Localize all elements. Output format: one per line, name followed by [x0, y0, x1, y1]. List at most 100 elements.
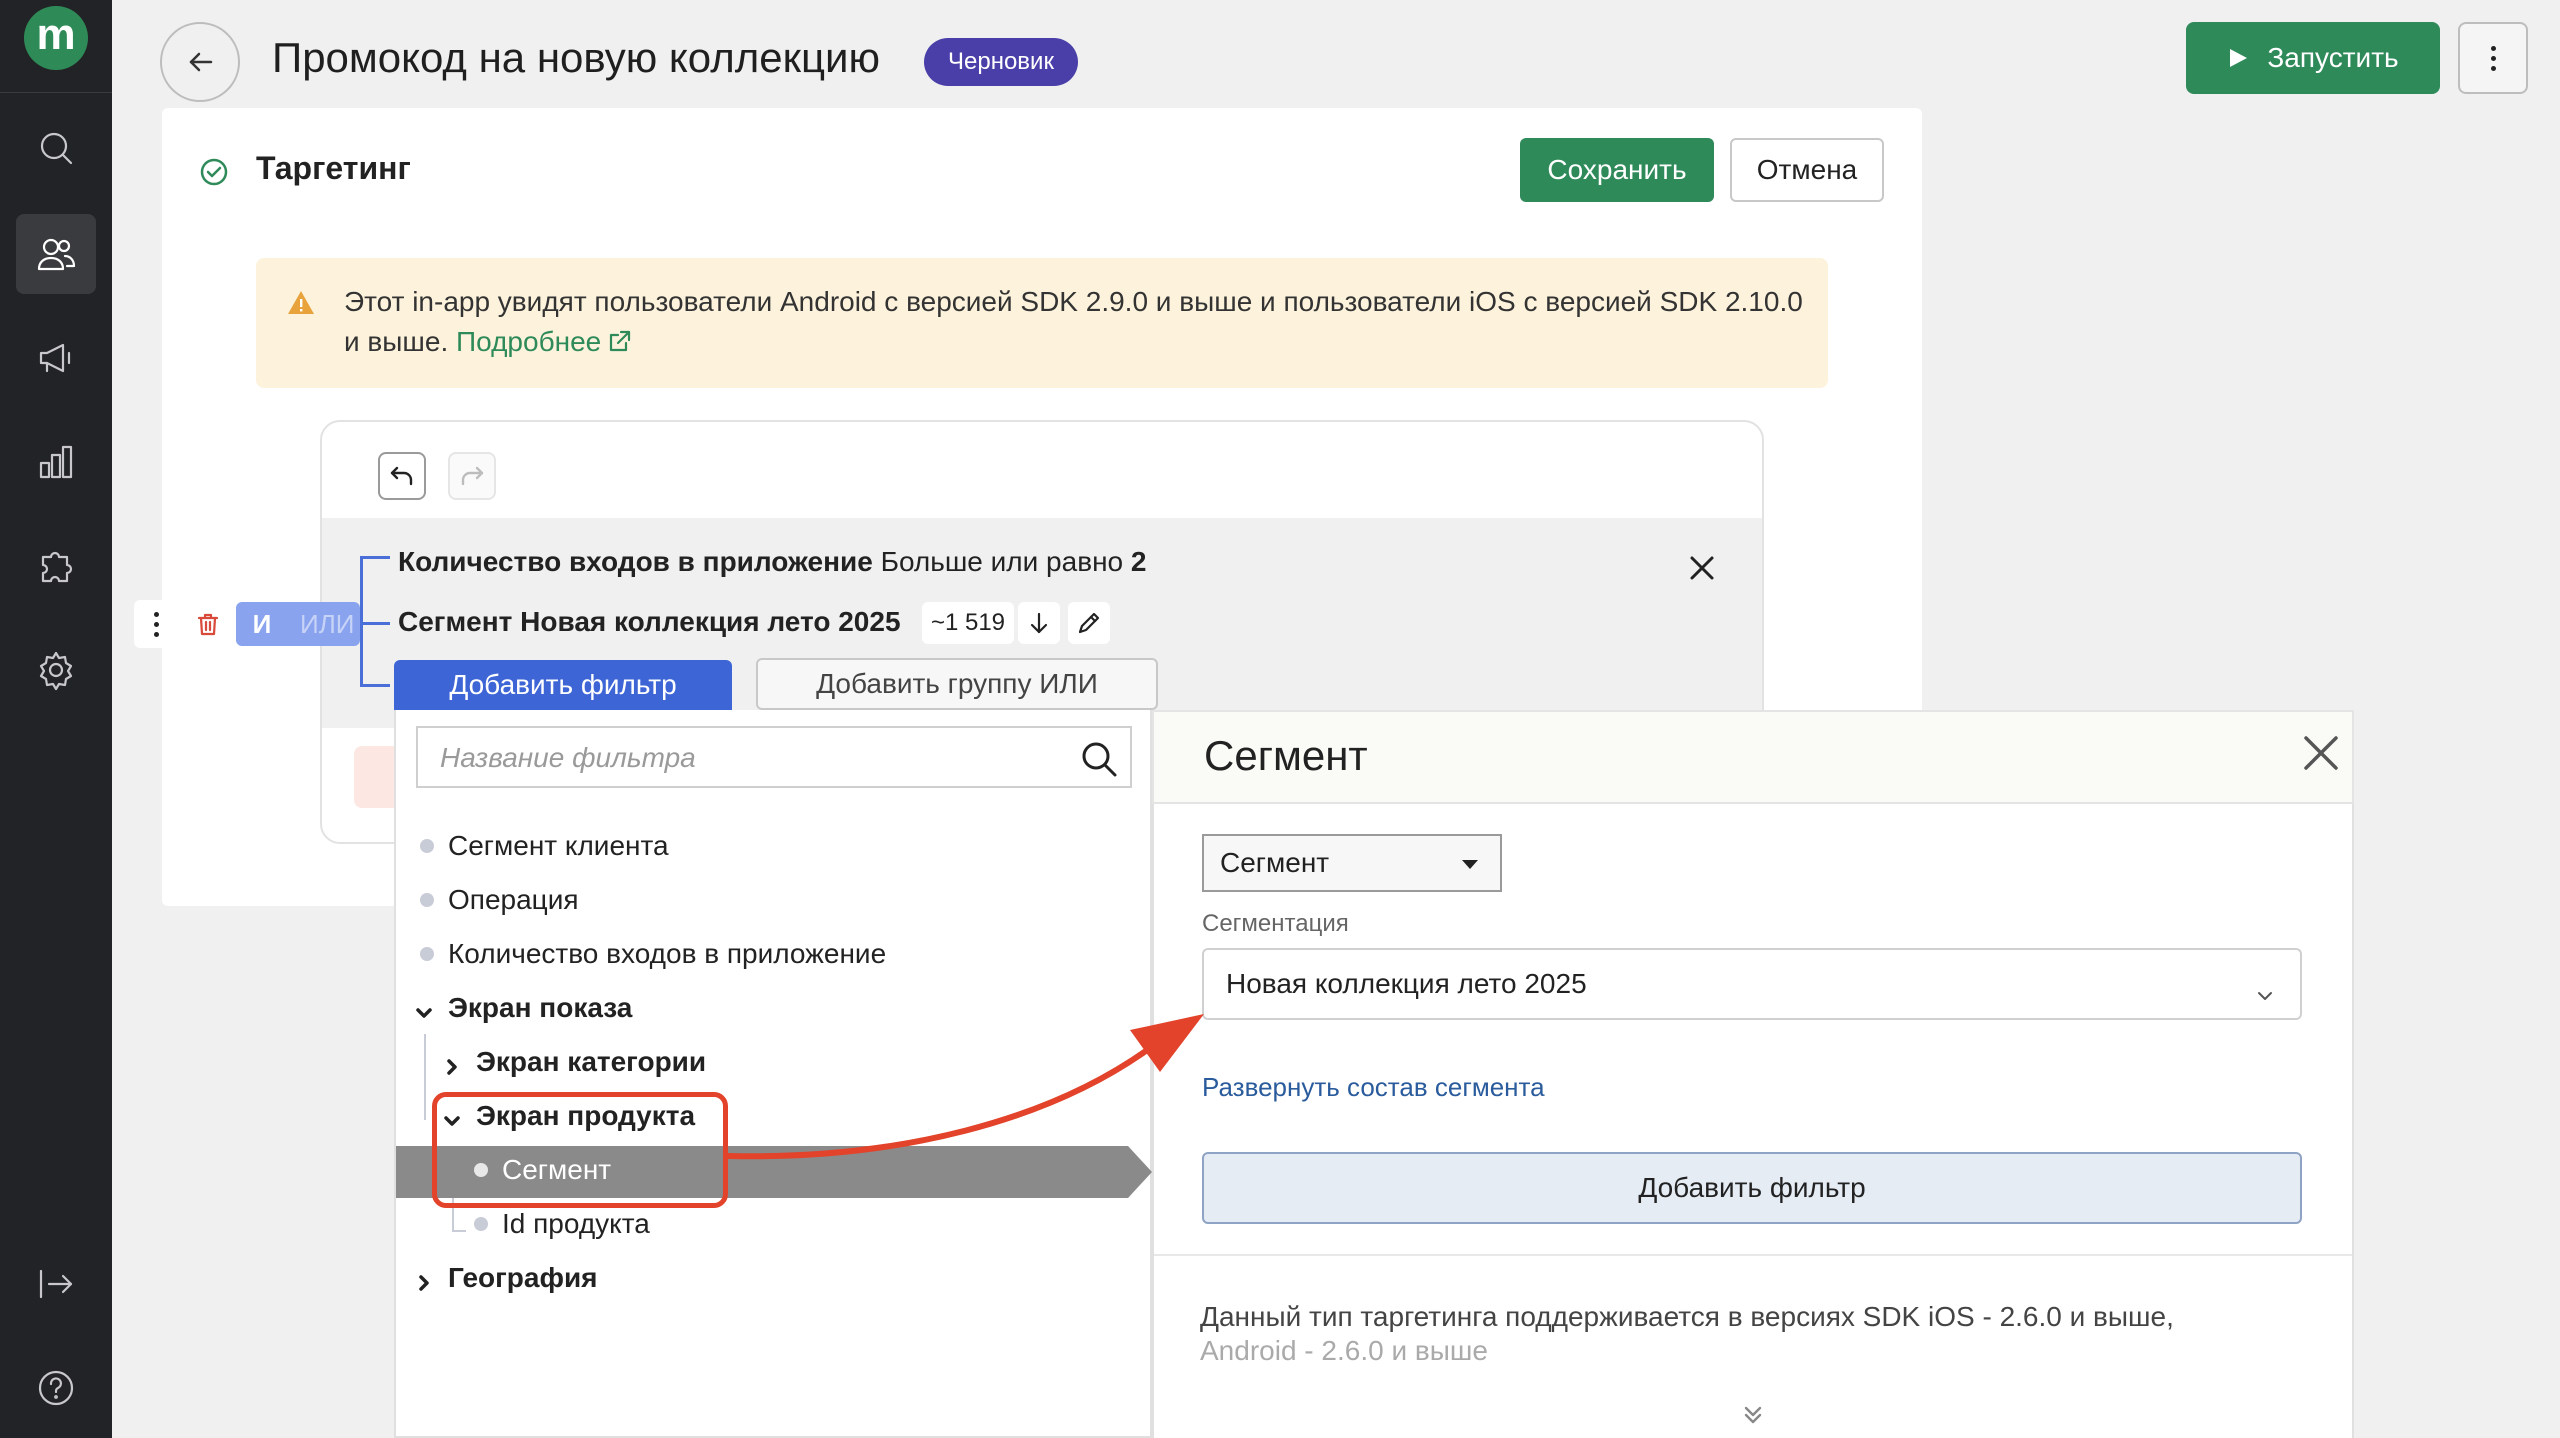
- filter-group[interactable]: География: [414, 1262, 598, 1294]
- filter-search-input[interactable]: Название фильтра: [416, 726, 1132, 788]
- caret-down-icon: [1462, 860, 1478, 869]
- filter-group-label: Экран показа: [448, 992, 633, 1023]
- help-icon[interactable]: [16, 1348, 96, 1428]
- bullet-icon: [420, 947, 434, 961]
- and-or-toggle[interactable]: И ИЛИ: [236, 602, 360, 646]
- condition-row[interactable]: Сегмент Новая коллекция лето 2025: [398, 606, 901, 638]
- bullet-icon: [420, 839, 434, 853]
- trash-icon: [197, 613, 219, 636]
- cancel-button[interactable]: Отмена: [1730, 138, 1884, 202]
- segmentation-value: Новая коллекция лето 2025: [1226, 968, 1587, 999]
- note-line: Android - 2.6.0 и выше: [1200, 1335, 1488, 1366]
- back-button[interactable]: [160, 22, 240, 102]
- close-icon[interactable]: [1684, 550, 1720, 586]
- segment-type-value: Сегмент: [1220, 847, 1330, 878]
- filter-item[interactable]: Операция: [420, 884, 579, 916]
- external-link-icon: [607, 325, 633, 352]
- page-title: Промокод на новую коллекцию: [272, 34, 880, 81]
- sidebar-divider: [0, 92, 112, 93]
- delete-button[interactable]: [186, 600, 230, 648]
- redo-icon: [461, 466, 484, 486]
- puzzle-icon[interactable]: [16, 526, 96, 606]
- close-icon[interactable]: [2300, 732, 2342, 774]
- condition-name: Количество входов в приложение: [398, 546, 873, 577]
- or-option[interactable]: ИЛИ: [288, 609, 354, 640]
- users-icon[interactable]: [16, 214, 96, 294]
- save-button[interactable]: Сохранить: [1520, 138, 1714, 202]
- segment-type-select[interactable]: Сегмент: [1202, 834, 1502, 892]
- filter-item-label: Id продукта: [502, 1208, 650, 1239]
- and-option[interactable]: И: [236, 609, 288, 640]
- undo-icon: [390, 466, 413, 486]
- run-button[interactable]: Запустить: [2186, 22, 2440, 94]
- note-line: Данный тип таргетинга поддерживается в в…: [1200, 1301, 2174, 1332]
- filter-item[interactable]: Сегмент клиента: [420, 830, 669, 862]
- delete-group-stub: [354, 746, 394, 808]
- megaphone-icon[interactable]: [16, 318, 96, 398]
- run-button-label: Запустить: [2267, 42, 2399, 73]
- selected-pointer: [1128, 1146, 1152, 1198]
- condition-operator: Больше или равно: [880, 546, 1124, 577]
- tree-line: [452, 1230, 466, 1232]
- arrow-left-icon: [189, 52, 213, 72]
- check-circle-icon: [198, 156, 230, 188]
- filter-item[interactable]: Id продукта: [474, 1208, 650, 1240]
- warning-icon: [286, 288, 316, 318]
- more-vertical-icon: [2490, 45, 2496, 71]
- logout-icon[interactable]: [16, 1244, 96, 1324]
- filter-group-label: Экран категории: [476, 1046, 707, 1077]
- segment-panel-title: Сегмент: [1204, 732, 1368, 779]
- double-chevron-down-icon[interactable]: [1740, 1402, 1766, 1428]
- filter-group[interactable]: Экран категории: [442, 1046, 706, 1078]
- play-icon: [2230, 49, 2248, 67]
- more-info-link[interactable]: Подробнее: [456, 326, 633, 357]
- add-or-group-button[interactable]: Добавить группу ИЛИ: [756, 658, 1158, 710]
- chevron-right-icon: [414, 1268, 434, 1291]
- arrow-down-icon[interactable]: [1018, 602, 1060, 644]
- warning-text: Этот in-app увидят пользователи Android …: [344, 282, 1804, 362]
- segment-count-badge: ~1 519: [922, 602, 1014, 644]
- logo[interactable]: m: [24, 6, 88, 70]
- redo-button[interactable]: [448, 452, 496, 500]
- analytics-icon[interactable]: [16, 422, 96, 502]
- condition-value: 2: [1130, 546, 1147, 577]
- warning-banner: Этот in-app увидят пользователи Android …: [256, 258, 1828, 388]
- expand-segment-link[interactable]: Развернуть состав сегмента: [1202, 1072, 1545, 1103]
- more-info-link-label: Подробнее: [456, 326, 602, 357]
- group-bracket: [360, 622, 390, 625]
- more-vertical-icon: [153, 611, 159, 637]
- more-menu-button[interactable]: [2458, 22, 2528, 94]
- sdk-support-note: Данный тип таргетинга поддерживается в в…: [1200, 1300, 2300, 1368]
- filter-group-label: География: [448, 1262, 598, 1293]
- segmentation-select[interactable]: Новая коллекция лето 2025: [1202, 948, 2302, 1020]
- search-placeholder: Название фильтра: [440, 742, 696, 773]
- status-badge: Черновик: [924, 38, 1078, 86]
- filter-item-label: Количество входов в приложение: [448, 938, 887, 969]
- filter-item-label: Операция: [448, 884, 579, 915]
- filter-item-label: Сегмент клиента: [448, 830, 669, 861]
- group-bracket: [360, 684, 390, 687]
- chevron-down-icon: [414, 998, 434, 1018]
- filter-item[interactable]: Количество входов в приложение: [420, 938, 886, 970]
- bullet-icon: [420, 893, 434, 907]
- annotation-highlight: [432, 1092, 728, 1208]
- add-filter-button[interactable]: Добавить фильтр: [1202, 1152, 2302, 1224]
- search-icon[interactable]: [16, 108, 96, 188]
- undo-button[interactable]: [378, 452, 426, 500]
- condition-row[interactable]: Количество входов в приложение Больше ил…: [398, 546, 1146, 578]
- tree-line: [424, 1034, 426, 1120]
- row-menu-button[interactable]: [134, 600, 178, 648]
- segmentation-label: Сегментация: [1202, 910, 1349, 937]
- chevron-right-icon: [442, 1052, 462, 1075]
- bullet-icon: [474, 1217, 488, 1231]
- group-bracket: [360, 556, 390, 559]
- filter-group[interactable]: Экран показа: [414, 992, 632, 1024]
- sidebar: m: [0, 0, 112, 1438]
- add-filter-button[interactable]: Добавить фильтр: [394, 660, 732, 710]
- pencil-icon[interactable]: [1068, 602, 1110, 644]
- search-icon[interactable]: [1078, 738, 1120, 780]
- settings-icon[interactable]: [16, 630, 96, 710]
- condition-name: Сегмент Новая коллекция лето 2025: [398, 606, 901, 637]
- section-title: Таргетинг: [256, 150, 411, 186]
- chevron-down-icon: [2256, 978, 2274, 1000]
